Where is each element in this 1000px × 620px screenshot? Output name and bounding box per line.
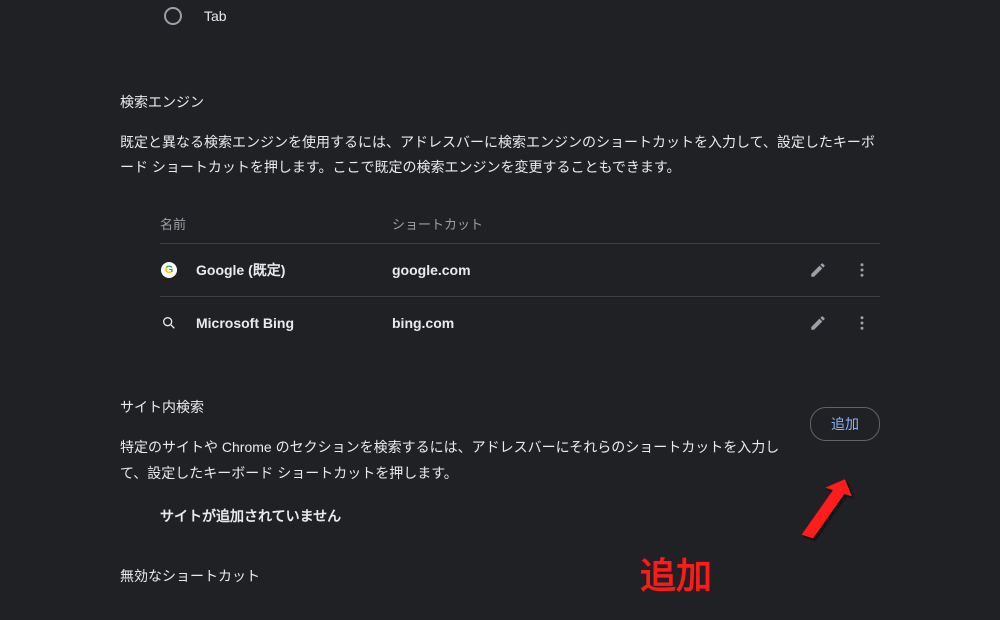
col-header-name: 名前: [160, 214, 392, 233]
search-icon: [160, 314, 178, 332]
engine-shortcut: google.com: [392, 262, 780, 278]
disabled-shortcuts-title: 無効なショートカット: [120, 566, 1000, 586]
table-row: Google (既定) google.com: [160, 243, 880, 296]
add-button[interactable]: 追加: [810, 407, 880, 441]
section-title: サイト内検索: [120, 397, 794, 417]
edit-button[interactable]: [808, 313, 828, 333]
search-engines-table: 名前 ショートカット Google (既定) google.com: [120, 204, 880, 349]
engine-name: Google (既定): [196, 260, 285, 280]
radio-label: Tab: [204, 8, 227, 24]
section-title: 検索エンジン: [120, 92, 880, 112]
table-row: Microsoft Bing bing.com: [160, 296, 880, 349]
section-description: 既定と異なる検索エンジンを使用するには、アドレスバーに検索エンジンのショートカッ…: [120, 130, 880, 180]
more-button[interactable]: [852, 313, 872, 333]
edit-button[interactable]: [808, 260, 828, 280]
search-engines-section: 検索エンジン 既定と異なる検索エンジンを使用するには、アドレスバーに検索エンジン…: [120, 92, 1000, 349]
site-search-section: サイト内検索 特定のサイトや Chrome のセクションを検索するには、アドレス…: [120, 397, 1000, 525]
more-button[interactable]: [852, 260, 872, 280]
google-icon: [160, 261, 178, 279]
radio-option-tab[interactable]: Tab: [120, 0, 1000, 32]
table-header: 名前 ショートカット: [160, 204, 880, 243]
col-header-shortcut: ショートカット: [392, 214, 780, 233]
engine-name: Microsoft Bing: [196, 315, 294, 331]
engine-shortcut: bing.com: [392, 315, 780, 331]
radio-circle-icon: [164, 7, 182, 25]
section-description: 特定のサイトや Chrome のセクションを検索するには、アドレスバーにそれらの…: [120, 435, 794, 485]
empty-message: サイトが追加されていません: [120, 506, 880, 526]
